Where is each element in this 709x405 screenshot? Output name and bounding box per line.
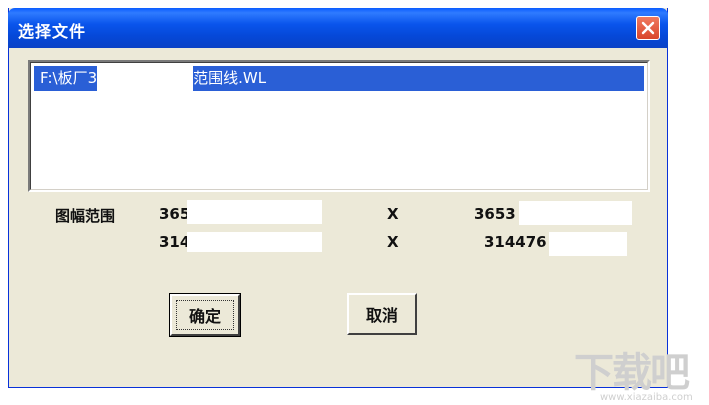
select-file-dialog: 选择文件 F:\板厂3 范围线.WL 图幅范围 365 X 3653 314 X … (8, 8, 668, 388)
range-min-x: 365 (159, 205, 191, 223)
redacted-value (187, 200, 322, 224)
watermark-url: www.xiazaiba.com (600, 392, 693, 403)
file-path-end: 范围线.WL (193, 69, 267, 87)
range-max-y: 314476 (484, 233, 547, 251)
ok-button[interactable]: 确定 (169, 293, 241, 337)
title-bar[interactable]: 选择文件 (8, 8, 668, 48)
cancel-button[interactable]: 取消 (347, 293, 417, 335)
redacted-value (187, 232, 322, 252)
watermark-logo: 下载吧 (574, 350, 690, 396)
range-max-x: 3653 (474, 205, 516, 223)
file-list-item[interactable]: F:\板厂3 范围线.WL (34, 66, 644, 91)
redacted-value (549, 232, 627, 256)
range-min-y: 314 (159, 233, 191, 251)
map-range-label: 图幅范围 (55, 207, 116, 225)
focus-rect (176, 300, 234, 330)
range-separator-1: X (387, 205, 399, 223)
redacted-region (97, 66, 194, 91)
file-listbox-frame: F:\板厂3 范围线.WL (30, 62, 648, 190)
file-path-start: F:\板厂3 (40, 69, 98, 87)
cancel-button-label: 取消 (365, 306, 398, 325)
redacted-value (519, 201, 632, 225)
close-icon (641, 21, 655, 35)
dialog-title: 选择文件 (18, 22, 87, 41)
range-separator-2: X (387, 233, 399, 251)
file-listbox[interactable]: F:\板厂3 范围线.WL (28, 60, 650, 192)
close-button[interactable] (636, 16, 660, 40)
